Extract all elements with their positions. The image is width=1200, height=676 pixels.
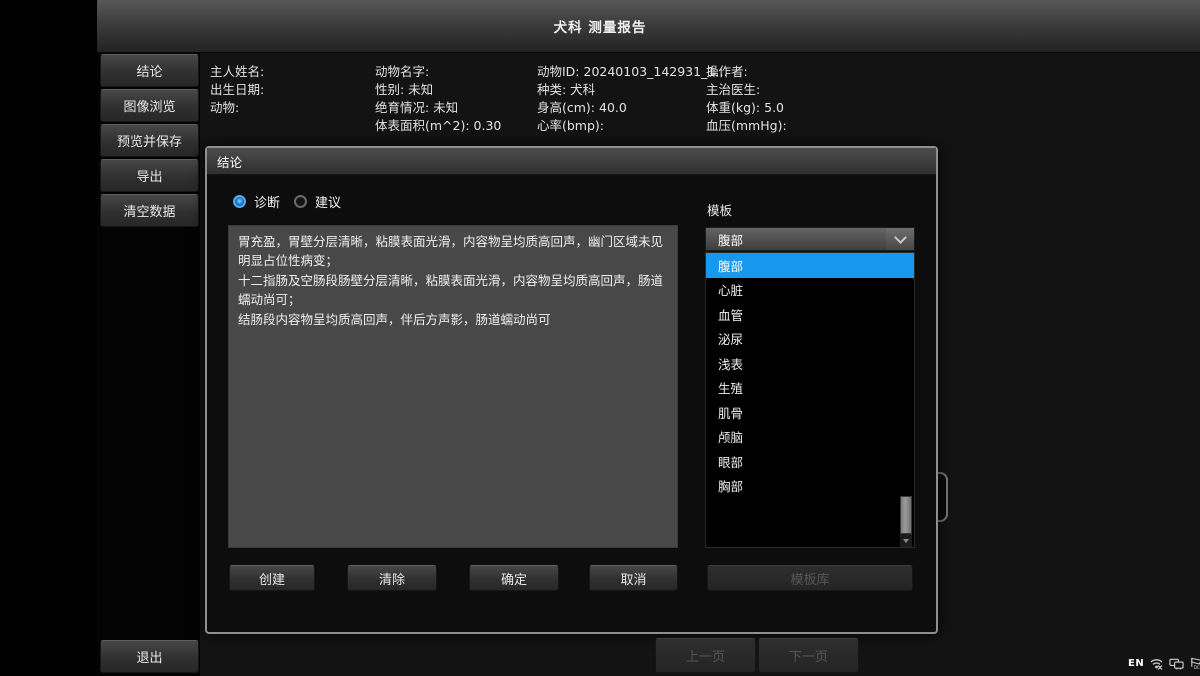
conclusion-dialog: 结论 诊断 建议 胃充盈，胃壁分层清晰，粘膜表面光滑，内容物呈均质高回声，幽门区… <box>205 146 938 634</box>
wifi-off-icon[interactable] <box>1149 656 1164 671</box>
ok-button[interactable]: 确定 <box>469 565 559 591</box>
chevron-down-icon <box>894 231 907 244</box>
template-option-cranial[interactable]: 颅脑 <box>706 425 914 450</box>
create-button[interactable]: 创建 <box>229 565 315 591</box>
patient-info-column: 操作者: 主治医生: 体重(kg): 5.0 血压(mmHg): <box>706 63 787 135</box>
sidebar-item-preview-save[interactable]: 预览并保存 <box>100 124 199 157</box>
dialog-title-bar: 结论 <box>207 148 936 175</box>
patient-info-line: 主人姓名: <box>210 63 264 81</box>
patient-info-line: 体重(kg): 5.0 <box>706 99 787 117</box>
template-option-superficial[interactable]: 浅表 <box>706 351 914 376</box>
radio-suggestion[interactable]: 建议 <box>294 192 341 211</box>
next-page-button[interactable]: 下一页 <box>758 638 859 673</box>
cancel-button[interactable]: 取消 <box>589 565 678 591</box>
sidebar-item-conclusion[interactable]: 结论 <box>100 54 199 87</box>
svg-text:DCM: DCM <box>1194 665 1200 670</box>
template-option-reproductive[interactable]: 生殖 <box>706 376 914 401</box>
dual-screen-icon[interactable] <box>1169 656 1184 671</box>
patient-info-column: 主人姓名: 出生日期: 动物: <box>210 63 264 117</box>
patient-info-line: 心率(bmp): <box>537 117 728 135</box>
patient-info-column: 动物ID: 20240103_142931_1… 种类: 犬科 身高(cm): … <box>537 63 728 135</box>
radio-selected-icon <box>233 195 246 208</box>
template-select[interactable]: 腹部 <box>705 227 915 251</box>
patient-info-line: 动物ID: 20240103_142931_1… <box>537 63 728 81</box>
sidebar-item-clear-data[interactable]: 清空数据 <box>100 194 199 227</box>
conclusion-type-radios: 诊断 建议 <box>233 192 341 211</box>
select-arrow-box <box>886 228 914 250</box>
list-scrollbar-down-button[interactable] <box>900 534 912 547</box>
list-scrollbar-thumb[interactable] <box>900 496 912 534</box>
clear-button[interactable]: 清除 <box>347 565 437 591</box>
exit-button[interactable]: 退出 <box>100 640 199 673</box>
patient-info-line: 血压(mmHg): <box>706 117 787 135</box>
template-option-urinary[interactable]: 泌尿 <box>706 327 914 352</box>
radio-diagnosis[interactable]: 诊断 <box>233 192 280 211</box>
radio-unselected-icon <box>294 195 307 208</box>
language-indicator: EN <box>1128 658 1144 669</box>
template-label: 模板 <box>707 200 732 219</box>
patient-info-line: 操作者: <box>706 63 787 81</box>
template-option-abdomen[interactable]: 腹部 <box>706 253 914 278</box>
arrow-down-icon <box>903 539 909 543</box>
patient-info-line: 性别: 未知 <box>375 81 501 99</box>
sidebar-item-export[interactable]: 导出 <box>100 159 199 192</box>
dicom-icon[interactable]: DCM <box>1189 656 1200 671</box>
patient-info-line: 种类: 犬科 <box>537 81 728 99</box>
template-option-eye[interactable]: 眼部 <box>706 449 914 474</box>
patient-info-column: 动物名字: 性别: 未知 绝育情况: 未知 体表面积(m^2): 0.30 <box>375 63 501 135</box>
patient-info-line: 出生日期: <box>210 81 264 99</box>
template-option-musculoskeletal[interactable]: 肌骨 <box>706 400 914 425</box>
patient-info-line: 动物名字: <box>375 63 501 81</box>
patient-info-line: 动物: <box>210 99 264 117</box>
template-options-list: 腹部 心脏 血管 泌尿 浅表 生殖 肌骨 颅脑 眼部 胸部 <box>705 252 915 548</box>
dialog-title: 结论 <box>217 152 242 171</box>
template-selected-value: 腹部 <box>706 230 886 249</box>
page-title: 犬科 测量报告 <box>0 0 1200 52</box>
conclusion-textarea[interactable]: 胃充盈，胃壁分层清晰，粘膜表面光滑，内容物呈均质高回声，幽门区域未见明显占位性病… <box>228 225 678 548</box>
sidebar-item-image-browse[interactable]: 图像浏览 <box>100 89 199 122</box>
template-option-heart[interactable]: 心脏 <box>706 278 914 303</box>
prev-page-button[interactable]: 上一页 <box>655 638 756 673</box>
patient-info-line: 绝育情况: 未知 <box>375 99 501 117</box>
radio-diagnosis-label: 诊断 <box>254 192 280 211</box>
template-option-chest[interactable]: 胸部 <box>706 474 914 499</box>
report-screen: 犬科 测量报告 结论 图像浏览 预览并保存 导出 清空数据 退出 主人姓名: 出… <box>0 0 1200 676</box>
patient-info-line: 主治医生: <box>706 81 787 99</box>
status-tray: EN DCM <box>1128 656 1200 671</box>
template-option-vessel[interactable]: 血管 <box>706 302 914 327</box>
patient-info-line: 身高(cm): 40.0 <box>537 99 728 117</box>
patient-info-line: 体表面积(m^2): 0.30 <box>375 117 501 135</box>
template-library-button[interactable]: 模板库 <box>707 565 913 591</box>
radio-suggestion-label: 建议 <box>315 192 341 211</box>
